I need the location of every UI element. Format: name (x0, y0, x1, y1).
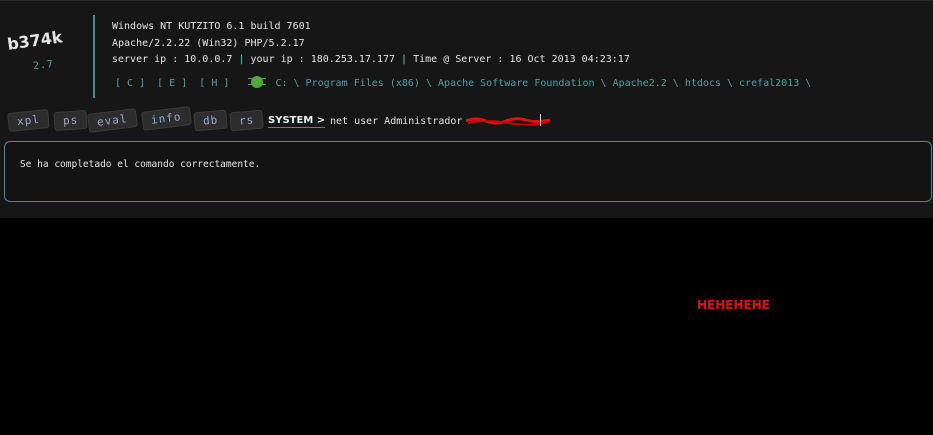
server-info: Windows NT KUTZITO 6.1 build 7601 Apache… (112, 19, 630, 69)
drive-link-e[interactable]: [ E ] (157, 78, 187, 89)
console-prompt: SYSTEM > (268, 115, 326, 128)
tab-xpl[interactable]: xpl (7, 108, 50, 133)
os-line: Windows NT KUTZITO 6.1 build 7601 (112, 21, 311, 32)
drive-nav: [ C ] [ E ] [ H ] C: \ Program Files (x8… (115, 76, 817, 89)
drive-link-c[interactable]: [ C ] (115, 78, 145, 89)
tab-ps[interactable]: ps (53, 109, 88, 132)
shell-panel: b374k 2.7 Windows NT KUTZITO 6.1 build 7… (0, 0, 933, 218)
divider (93, 15, 95, 98)
tab-info[interactable]: info (141, 106, 192, 131)
command-output: Se ha completado el comando correctament… (4, 141, 932, 202)
tab-eval[interactable]: eval (87, 108, 138, 133)
command-input[interactable]: net user Administrador (330, 116, 462, 127)
ip-time-line: server ip : 10.0.0.7 | your ip : 180.253… (112, 52, 630, 69)
tab-db[interactable]: db (193, 109, 229, 132)
output-text: Se ha completado el comando correctament… (20, 159, 261, 170)
separator: | (401, 54, 408, 65)
bug-icon[interactable] (248, 76, 267, 88)
overlay-text: HEHEHEHE (697, 298, 770, 312)
software-line: Apache/2.2.22 (Win32) PHP/5.2.17 (112, 37, 305, 49)
current-path[interactable]: C: \ Program Files (x86) \ Apache Softwa… (275, 78, 811, 89)
server-ip: server ip : 10.0.0.7 (112, 54, 233, 65)
drive-link-h[interactable]: [ H ] (199, 78, 229, 89)
separator: | (238, 54, 245, 65)
text-cursor (540, 114, 541, 126)
logo-version: 2.7 (32, 58, 55, 73)
tab-rs[interactable]: rs (229, 109, 265, 132)
redaction-scribble (466, 117, 550, 125)
your-ip: your ip : 180.253.17.177 (250, 54, 396, 65)
logo[interactable]: b374k (6, 27, 64, 54)
server-time: Time @ Server : 16 Oct 2013 04:23:17 (413, 54, 630, 65)
